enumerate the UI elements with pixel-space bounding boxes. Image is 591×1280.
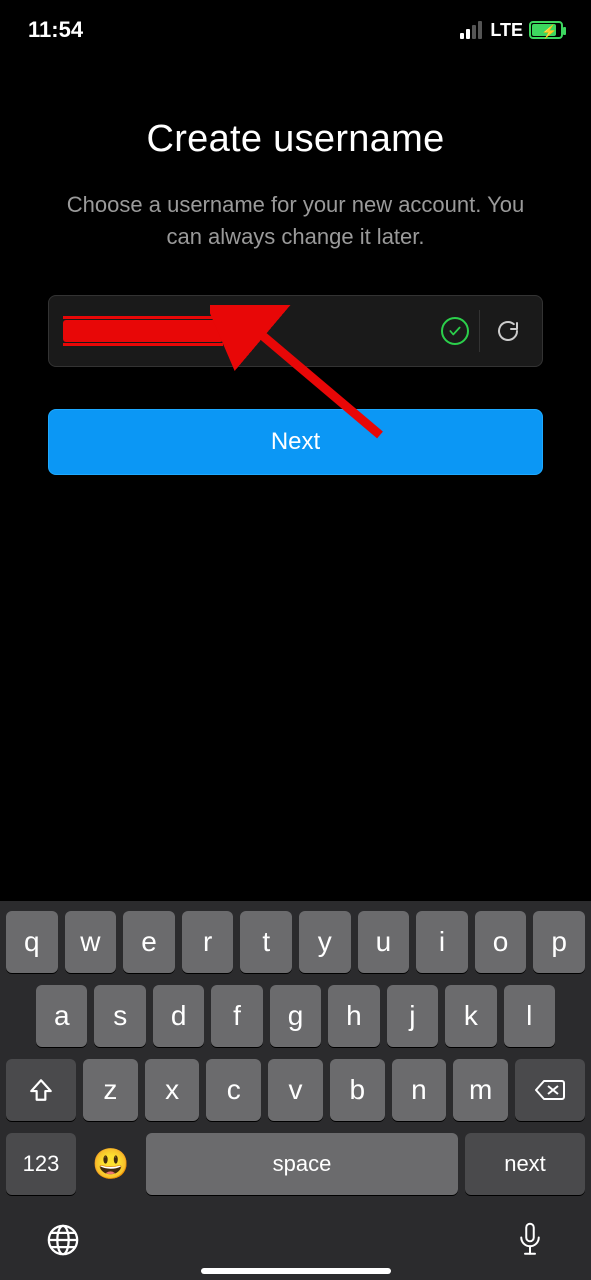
key-p[interactable]: p	[533, 911, 585, 973]
status-time: 11:54	[28, 17, 83, 43]
input-divider	[479, 310, 480, 352]
key-n[interactable]: n	[392, 1059, 447, 1121]
battery-charging-icon: ⚡	[529, 21, 563, 39]
key-c[interactable]: c	[206, 1059, 261, 1121]
next-button-label: Next	[271, 428, 320, 456]
valid-check-icon	[441, 317, 469, 345]
key-d[interactable]: d	[153, 985, 204, 1047]
key-z[interactable]: z	[83, 1059, 138, 1121]
key-r[interactable]: r	[182, 911, 234, 973]
network-label: LTE	[490, 20, 523, 41]
key-k[interactable]: k	[445, 985, 496, 1047]
key-o[interactable]: o	[475, 911, 527, 973]
create-username-screen: Create username Choose a username for yo…	[0, 110, 591, 475]
backspace-key[interactable]	[515, 1059, 585, 1121]
key-q[interactable]: q	[6, 911, 58, 973]
keyboard-next-key[interactable]: next	[465, 1133, 585, 1195]
key-v[interactable]: v	[268, 1059, 323, 1121]
key-b[interactable]: b	[330, 1059, 385, 1121]
key-i[interactable]: i	[416, 911, 468, 973]
home-indicator[interactable]	[201, 1268, 391, 1274]
globe-icon[interactable]	[46, 1223, 80, 1262]
key-t[interactable]: t	[240, 911, 292, 973]
key-a[interactable]: a	[36, 985, 87, 1047]
signal-icon	[460, 21, 482, 39]
status-right: LTE ⚡	[460, 20, 563, 41]
refresh-username-button[interactable]	[490, 313, 526, 349]
key-e[interactable]: e	[123, 911, 175, 973]
space-key[interactable]: space	[146, 1133, 458, 1195]
key-w[interactable]: w	[65, 911, 117, 973]
page-title: Create username	[48, 118, 543, 161]
key-l[interactable]: l	[504, 985, 555, 1047]
page-subtitle: Choose a username for your new account. …	[48, 189, 543, 253]
numbers-key[interactable]: 123	[6, 1133, 76, 1195]
key-m[interactable]: m	[453, 1059, 508, 1121]
keyboard: qwertyuiop asdfghjkl zxcvbnm 123 😃 space…	[0, 901, 591, 1280]
status-bar: 11:54 LTE ⚡	[0, 0, 591, 60]
mic-icon[interactable]	[515, 1221, 545, 1264]
key-g[interactable]: g	[270, 985, 321, 1047]
shift-key[interactable]	[6, 1059, 76, 1121]
username-input[interactable]	[65, 296, 431, 366]
key-u[interactable]: u	[358, 911, 410, 973]
key-s[interactable]: s	[94, 985, 145, 1047]
key-y[interactable]: y	[299, 911, 351, 973]
emoji-key[interactable]: 😃	[83, 1133, 139, 1195]
key-x[interactable]: x	[145, 1059, 200, 1121]
next-button[interactable]: Next	[48, 409, 543, 475]
key-f[interactable]: f	[211, 985, 262, 1047]
key-j[interactable]: j	[387, 985, 438, 1047]
username-input-container	[48, 295, 543, 367]
key-h[interactable]: h	[328, 985, 379, 1047]
